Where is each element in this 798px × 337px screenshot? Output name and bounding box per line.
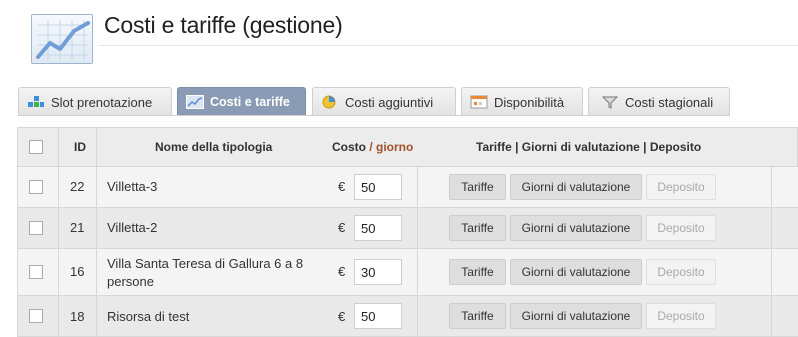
title-divider <box>98 45 798 46</box>
cost-input[interactable] <box>354 259 402 285</box>
row-name: Villetta-3 <box>107 179 158 194</box>
header-cost-separator: / <box>366 140 377 154</box>
column-divider <box>58 167 59 207</box>
row-checkbox[interactable] <box>29 180 43 194</box>
slots-icon <box>27 95 45 109</box>
currency-symbol: € <box>338 220 346 235</box>
column-divider <box>58 249 59 295</box>
giorni-valutazione-button[interactable]: Giorni di valutazione <box>510 259 642 285</box>
tab-costi-stagionali[interactable]: Costi stagionali <box>588 87 730 116</box>
header-actions: Tariffe | Giorni di valutazione | Deposi… <box>476 140 702 154</box>
row-id: 18 <box>70 309 85 324</box>
header-cost-unit: giorno <box>376 140 414 154</box>
tariffe-button[interactable]: Tariffe <box>449 174 506 200</box>
column-divider <box>771 249 772 295</box>
giorni-valutazione-button[interactable]: Giorni di valutazione <box>510 174 642 200</box>
table-row: 16 Villa Santa Teresa di Gallura 6 a 8 p… <box>17 249 798 296</box>
row-checkbox[interactable] <box>29 309 43 323</box>
tab-label: Slot prenotazione <box>51 94 153 110</box>
deposito-button[interactable]: Deposito <box>646 259 716 285</box>
row-name: Villa Santa Teresa di Gallura 6 a 8 pers… <box>107 256 304 289</box>
tab-label: Costi e tariffe <box>210 95 290 109</box>
row-checkbox[interactable] <box>29 265 43 279</box>
tabs-divider <box>18 115 730 116</box>
column-divider <box>58 208 59 248</box>
page-title: Costi e tariffe (gestione) <box>104 12 343 38</box>
table-row: 21 Villetta-2 € Tariffe Giorni di valuta… <box>17 208 798 249</box>
table-row: 18 Risorsa di test € Tariffe Giorni di v… <box>17 296 798 337</box>
row-name: Villetta-2 <box>107 220 158 235</box>
tab-label: Costi aggiuntivi <box>345 94 434 110</box>
tariffe-button[interactable]: Tariffe <box>449 259 506 285</box>
row-name: Risorsa di test <box>107 309 190 324</box>
cost-input[interactable] <box>354 215 402 241</box>
tab-costi-aggiuntivi[interactable]: Costi aggiuntivi <box>312 87 456 116</box>
column-divider <box>58 128 59 166</box>
header-cost-label: Costo <box>332 140 366 154</box>
currency-symbol: € <box>338 264 346 279</box>
header-cost: Costo / giorno <box>332 128 413 166</box>
table-row: 22 Villetta-3 € Tariffe Giorni di valuta… <box>17 167 798 208</box>
tab-label: Costi stagionali <box>625 94 714 110</box>
header-name: Nome della tipologia <box>155 140 273 154</box>
column-divider <box>96 249 97 295</box>
deposito-button[interactable]: Deposito <box>646 174 716 200</box>
funnel-icon <box>601 95 619 109</box>
tab-disponibilita[interactable]: Disponibilità <box>461 87 583 116</box>
page-chart-icon <box>31 14 93 64</box>
column-divider <box>771 208 772 248</box>
chart-icon <box>186 95 204 109</box>
tab-label: Disponibilità <box>494 94 565 110</box>
giorni-valutazione-button[interactable]: Giorni di valutazione <box>510 215 642 241</box>
deposito-button[interactable]: Deposito <box>646 303 716 329</box>
row-id: 21 <box>70 220 85 235</box>
column-divider <box>771 167 772 207</box>
row-id: 16 <box>70 264 85 279</box>
cost-input[interactable] <box>354 174 402 200</box>
tariffe-button[interactable]: Tariffe <box>449 303 506 329</box>
giorni-valutazione-button[interactable]: Giorni di valutazione <box>510 303 642 329</box>
column-divider <box>417 296 418 336</box>
row-id: 22 <box>70 179 85 194</box>
column-divider <box>96 167 97 207</box>
calendar-icon <box>470 95 488 109</box>
column-divider <box>58 296 59 336</box>
tab-costi-e-tariffe[interactable]: Costi e tariffe <box>177 87 306 116</box>
column-divider <box>96 296 97 336</box>
tariffe-button[interactable]: Tariffe <box>449 215 506 241</box>
tab-slot-prenotazione[interactable]: Slot prenotazione <box>18 87 172 116</box>
coin-icon <box>321 95 339 109</box>
table-header: ID Nome della tipologia Costo / giorno T… <box>17 127 798 167</box>
select-all-checkbox[interactable] <box>29 140 43 154</box>
column-divider <box>417 249 418 295</box>
deposito-button[interactable]: Deposito <box>646 215 716 241</box>
column-divider <box>96 208 97 248</box>
cost-input[interactable] <box>354 303 402 329</box>
row-checkbox[interactable] <box>29 221 43 235</box>
header-id: ID <box>74 140 86 154</box>
currency-symbol: € <box>338 179 346 194</box>
currency-symbol: € <box>338 309 346 324</box>
column-divider <box>417 167 418 207</box>
column-divider <box>96 128 97 166</box>
column-divider <box>417 208 418 248</box>
column-divider <box>771 296 772 336</box>
